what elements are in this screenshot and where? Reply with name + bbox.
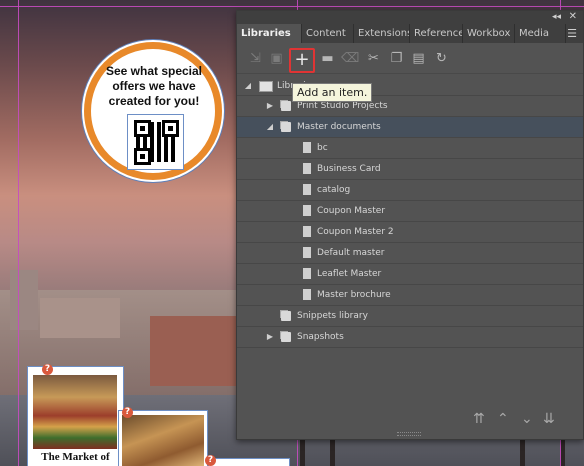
library-tree: ◢ Libraries ▶ Print Studio Projects ◢ Ma… (237, 76, 583, 348)
tree-label: Leaflet Master (317, 269, 382, 279)
qr-corner (134, 120, 151, 137)
folder-icon (281, 332, 291, 342)
tree-label: bc (317, 143, 328, 153)
libraries-panel: ◂◂ ✕ Libraries Content Extensions Refere… (236, 10, 584, 440)
tree-item-catalog[interactable]: catalog (237, 180, 583, 201)
tree-item-master-brochure[interactable]: Master brochure (237, 285, 583, 306)
folder-icon (281, 122, 291, 132)
save-icon[interactable]: ▣ (268, 50, 285, 67)
add-item-tooltip: Add an item. (292, 83, 373, 102)
tree-item-snapshots[interactable]: ▶ Snapshots (237, 327, 583, 348)
photo-card[interactable] (118, 410, 208, 466)
tree-item-coupon-master[interactable]: Coupon Master (237, 201, 583, 222)
guide-line (18, 0, 19, 466)
document-icon (303, 247, 311, 258)
tree-label: Snippets library (297, 311, 368, 321)
tab-workbox[interactable]: Workbox (463, 24, 515, 43)
document-icon (303, 184, 311, 195)
paste-icon[interactable]: ▤ (410, 50, 427, 67)
qr-code-frame[interactable] (127, 114, 184, 170)
tree-label: Coupon Master 2 (317, 227, 394, 237)
tree-label: Master documents (297, 122, 381, 132)
market-photo (33, 375, 117, 449)
tree-item-business-card[interactable]: Business Card (237, 159, 583, 180)
folder-icon (281, 101, 291, 111)
folder-icon[interactable]: ▬ (319, 50, 336, 67)
panel-title-bar: ◂◂ ✕ (237, 11, 583, 24)
tree-item-print-studio-projects[interactable]: ▶ Print Studio Projects (237, 96, 583, 117)
qr-corner (134, 148, 151, 165)
photo-card[interactable] (208, 458, 290, 466)
tree-item-snippets-library[interactable]: Snippets library (237, 306, 583, 327)
tree-root-libraries[interactable]: ◢ Libraries (237, 76, 583, 96)
move-top-icon[interactable]: ⇈ (473, 411, 485, 427)
document-icon (303, 289, 311, 300)
guide-line (0, 6, 584, 7)
tree-item-coupon-master-2[interactable]: Coupon Master 2 (237, 222, 583, 243)
missing-link-icon[interactable]: ? (42, 364, 53, 375)
library-icon (259, 81, 273, 92)
tab-content[interactable]: Content (302, 24, 354, 43)
expand-arrow-icon[interactable]: ▶ (265, 96, 275, 116)
tree-label: Default master (317, 248, 385, 258)
tree-item-default-master[interactable]: Default master (237, 243, 583, 264)
folder-icon (281, 311, 291, 321)
move-up-icon[interactable]: ⌃ (497, 411, 509, 427)
cut-icon[interactable]: ✂ (365, 50, 382, 67)
menu-icon[interactable]: ☰ (567, 27, 577, 40)
tree-label: Snapshots (297, 332, 344, 342)
qr-corner (162, 120, 179, 137)
tree-label: catalog (317, 185, 351, 195)
refresh-icon[interactable]: ↻ (433, 50, 450, 67)
document-icon (303, 142, 311, 153)
expand-arrow-icon[interactable]: ◢ (265, 117, 275, 137)
tree-item-master-documents[interactable]: ◢ Master documents (237, 117, 583, 138)
libraries-toolbar: ⇲ ▣ + ▬ ⌫ ✂ ❐ ▤ ↻ (237, 43, 583, 74)
expand-arrow-icon[interactable]: ▶ (265, 327, 275, 347)
collapse-panel-icon[interactable]: ◂◂ (552, 12, 561, 22)
tab-media[interactable]: Media (515, 24, 566, 43)
missing-link-icon[interactable]: ? (205, 455, 216, 466)
expand-arrow-icon[interactable]: ◢ (243, 76, 253, 96)
tree-label: Coupon Master (317, 206, 386, 216)
tree-label: Business Card (317, 164, 381, 174)
close-panel-icon[interactable]: ✕ (569, 11, 577, 22)
missing-link-icon[interactable]: ? (122, 407, 133, 418)
tab-references[interactable]: References (410, 24, 463, 43)
document-icon (303, 226, 311, 237)
market-card[interactable]: The Market of (27, 366, 124, 466)
photo-card-image (122, 415, 204, 466)
document-icon (303, 163, 311, 174)
market-caption: The Market of (41, 451, 110, 463)
copy-icon[interactable]: ❐ (388, 50, 405, 67)
tree-item-bc[interactable]: bc (237, 138, 583, 159)
tab-extensions[interactable]: Extensions (354, 24, 410, 43)
move-bottom-icon[interactable]: ⇊ (543, 411, 555, 427)
offer-badge-text: See what special offers we have created … (105, 64, 203, 108)
document-icon (303, 268, 311, 279)
panel-footer: ⇈ ⌃ ⌄ ⇊ (237, 409, 583, 439)
tab-libraries[interactable]: Libraries (237, 24, 302, 43)
document-icon (303, 205, 311, 216)
place-icon[interactable]: ⇲ (247, 50, 264, 67)
move-down-icon[interactable]: ⌄ (521, 411, 533, 427)
resize-grip[interactable] (397, 432, 421, 436)
tree-item-leaflet-master[interactable]: Leaflet Master (237, 264, 583, 285)
tree-label: Master brochure (317, 290, 391, 300)
delete-icon[interactable]: ⌫ (341, 50, 359, 67)
panel-tabs: Libraries Content Extensions References … (237, 24, 583, 43)
add-icon[interactable]: + (289, 48, 315, 73)
